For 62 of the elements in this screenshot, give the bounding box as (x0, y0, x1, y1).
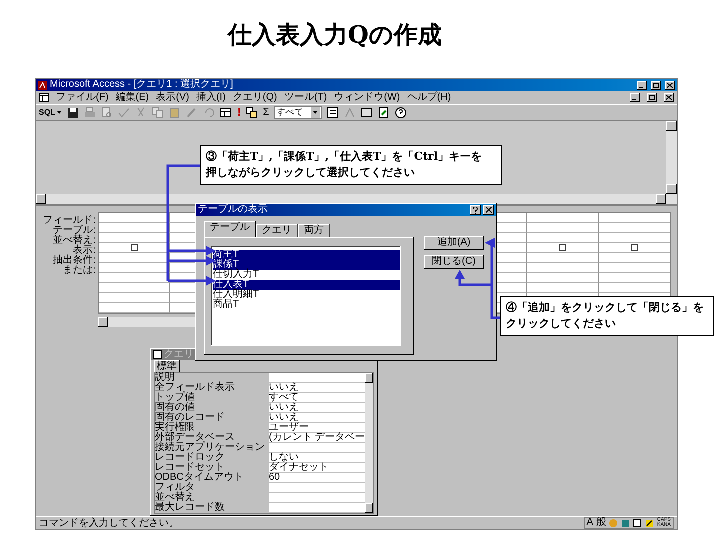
property-name: フィルタ (155, 483, 196, 493)
property-name: トップ値 (155, 393, 196, 403)
row-label: 表示: (73, 246, 96, 256)
property-name: 固有の値 (155, 403, 196, 413)
slide-title: 仕入表入力Qの作成 (228, 20, 442, 50)
menu-item[interactable]: 表示(V) (156, 92, 190, 104)
row-label: フィールド: (43, 216, 96, 226)
property-value[interactable]: すべて (269, 393, 366, 403)
property-name: 接続元アプリケーション (155, 443, 266, 453)
dialog-button[interactable]: 追加(A) (424, 236, 484, 250)
table-list-item[interactable]: 商品T (213, 300, 400, 310)
callout-text: 押しながらクリックして選択してください (206, 165, 416, 181)
menu-item[interactable]: 編集(E) (116, 92, 150, 104)
property-value[interactable]: いいえ (269, 403, 366, 413)
row-label: 抽出条件: (53, 256, 96, 266)
property-name: ODBCタイムアウト (155, 473, 245, 483)
dialog-tab[interactable]: テーブル (204, 221, 256, 237)
view-button[interactable]: SQL (39, 106, 62, 118)
property-name: レコードセット (155, 463, 225, 473)
menu-item[interactable]: クエリ(Q) (232, 92, 278, 104)
table-list-item[interactable]: 仕切入力T (213, 270, 400, 280)
dialog-button[interactable]: 閉じる(C) (424, 255, 484, 269)
property-name: 最大レコード数 (155, 503, 226, 513)
top-values-dropdown[interactable]: すべて (274, 106, 322, 119)
dialog-tab[interactable]: クエリ (256, 224, 298, 237)
property-name: 固有のレコード (155, 413, 226, 423)
property-value[interactable]: 60 (269, 473, 366, 483)
property-value[interactable]: ダイナセット (269, 463, 366, 473)
callout-text: ④「追加」をクリックして「閉じる」を (506, 300, 705, 316)
menu-item[interactable]: 挿入(I) (196, 92, 226, 104)
menu-item[interactable]: ファイル(F) (56, 92, 109, 104)
status-message: コマンドを入力してください。 (39, 518, 179, 528)
menu-item[interactable]: ヘルプ(H) (407, 92, 452, 104)
property-name: 外部データベース (155, 433, 236, 443)
property-value[interactable]: (カレント データベー (269, 433, 366, 443)
ime-mode[interactable]: A (586, 518, 594, 528)
row-label: または: (63, 266, 96, 276)
ime-mode[interactable]: 般 (596, 518, 606, 528)
properties-tab[interactable]: 標準 (154, 360, 180, 372)
menu-item[interactable]: ウィンドウ(W) (334, 92, 400, 104)
row-label: 並べ替え: (53, 236, 96, 246)
property-value[interactable]: ユーザー (269, 423, 366, 433)
property-name: 実行権限 (155, 423, 196, 433)
window-title: Microsoft Access - [クエリ1 : 選択クエリ] (50, 79, 234, 91)
callout-text: クリックしてください (506, 316, 617, 332)
property-name: 並べ替え (155, 493, 196, 503)
totals-button[interactable]: Σ (263, 106, 270, 118)
property-value[interactable]: しない (269, 453, 366, 463)
properties-title: クエリ (164, 349, 194, 360)
property-value[interactable]: いいえ (269, 383, 366, 393)
table-list-item[interactable]: 課係T (213, 260, 400, 270)
menu-item[interactable]: ツール(T) (284, 92, 328, 104)
run-button[interactable]: ! (237, 106, 242, 118)
property-name: 説明 (155, 373, 176, 383)
property-name: 全フィールド表示 (155, 383, 236, 393)
property-name: レコードロック (155, 453, 226, 463)
row-label: テーブル: (53, 226, 96, 236)
property-value[interactable]: いいえ (269, 413, 366, 423)
table-list-item[interactable]: 仕入明細T (213, 290, 400, 300)
dialog-tab[interactable]: 両方 (298, 224, 330, 237)
dialog-title: テーブルの表示 (198, 204, 268, 216)
callout-text: ③「荷主T」,「課係T」,「仕入表T」を「Ctrl」キーを (206, 149, 484, 165)
